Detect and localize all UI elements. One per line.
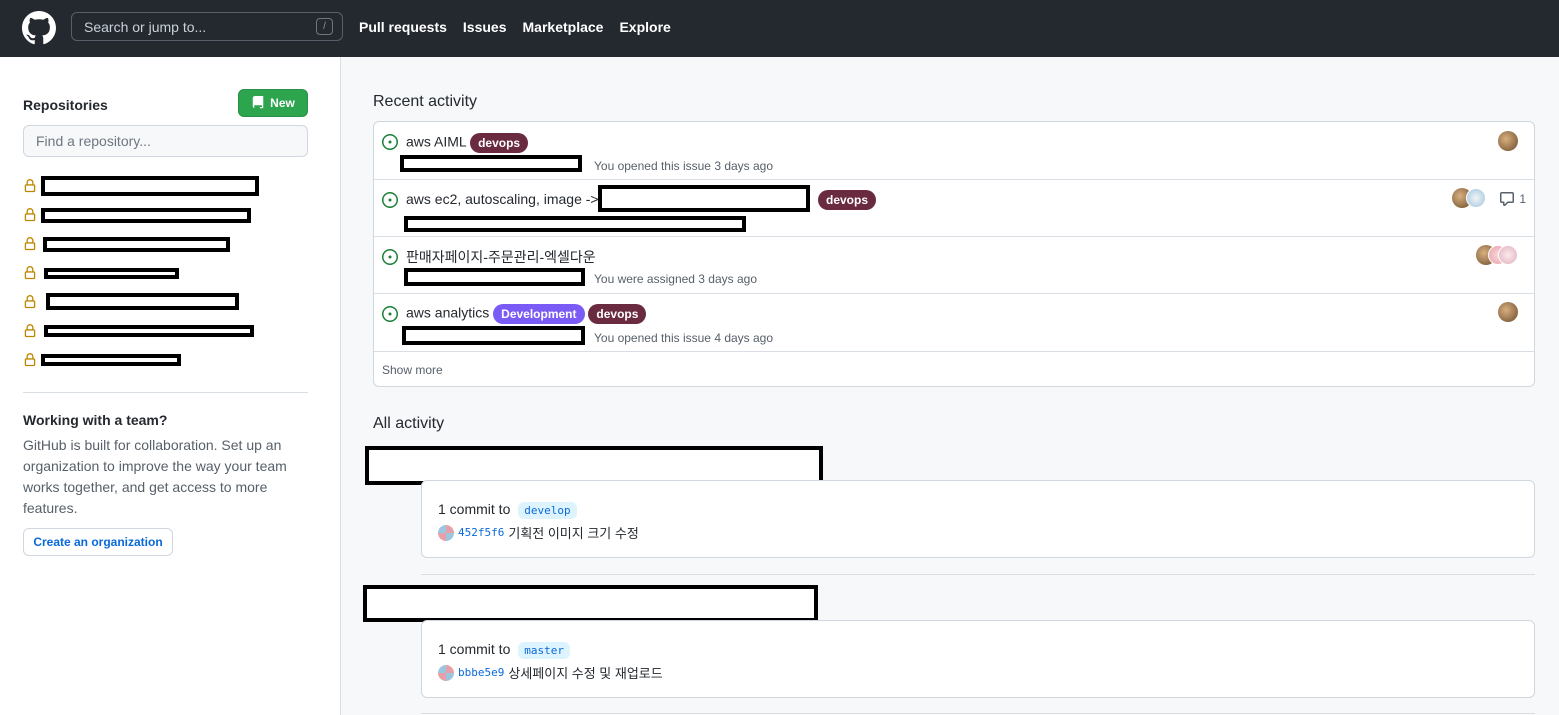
commit-message: 상세페이지 수정 및 재업로드 <box>508 666 663 681</box>
redacted-repo-ref <box>404 268 585 286</box>
recent-issue-item[interactable]: aws analytics Development devops You ope… <box>374 294 1534 352</box>
avatar[interactable] <box>1498 131 1518 151</box>
redacted-repo-ref <box>400 155 582 172</box>
lock-icon <box>24 266 36 280</box>
new-button-label: New <box>270 96 295 110</box>
repositories-heading: Repositories <box>23 97 108 113</box>
branch-link[interactable]: develop <box>518 502 577 519</box>
sidebar-divider <box>23 392 308 393</box>
label-devops[interactable]: devops <box>818 190 877 210</box>
recent-activity-heading: Recent activity <box>373 93 478 110</box>
redacted-repo-name <box>44 268 179 279</box>
activity-divider <box>421 713 1535 714</box>
repo-item[interactable] <box>23 321 254 341</box>
label-devops[interactable]: devops <box>588 304 647 324</box>
redacted-repo-name <box>41 208 251 223</box>
commit-summary: 1 commit to master <box>438 641 570 659</box>
redacted-repo-name <box>44 325 254 337</box>
recent-activity-list: aws AIML devops You opened this issue 3 … <box>373 121 1535 387</box>
issue-title-link[interactable]: aws analytics Development devops <box>406 304 647 324</box>
commit-row: 452f5f6 기획전 이미지 크기 수정 <box>438 523 639 542</box>
issue-opened-icon <box>382 249 398 265</box>
repo-item[interactable] <box>23 234 230 254</box>
team-description: GitHub is built for collaboration. Set u… <box>23 437 287 516</box>
lock-icon <box>24 208 36 222</box>
nav-pull-requests[interactable]: Pull requests <box>359 19 447 35</box>
commit-count-text: 1 commit to <box>438 641 511 657</box>
redacted-repo-ref <box>402 326 585 345</box>
dashboard-main: Recent activity aws AIML devops You open… <box>341 57 1559 715</box>
header-nav: Pull requests Issues Marketplace Explore <box>359 19 671 35</box>
avatar[interactable] <box>1498 302 1518 322</box>
commit-message: 기획전 이미지 크기 수정 <box>508 526 639 541</box>
issue-title-text: 판매자페이지-주문관리-엑셀다운 <box>406 249 596 265</box>
redacted-repo-name <box>41 354 181 366</box>
redacted-title-part <box>598 185 810 212</box>
commit-sha-link[interactable]: bbbe5e9 <box>458 666 504 679</box>
lock-icon <box>24 295 36 309</box>
issue-opened-icon <box>382 192 398 208</box>
redacted-repo-ref <box>404 216 746 232</box>
redacted-repo-name <box>43 237 230 252</box>
commit-row: bbbe5e9 상세페이지 수정 및 재업로드 <box>438 663 663 682</box>
activity-event-card: 1 commit to master bbbe5e9 상세페이지 수정 및 재업… <box>421 620 1535 698</box>
activity-divider <box>421 574 1535 575</box>
repo-item[interactable] <box>23 263 179 283</box>
repo-item[interactable] <box>23 292 239 312</box>
label-devops[interactable]: devops <box>470 133 529 153</box>
comment-count: 1 <box>1519 192 1526 206</box>
global-search-input[interactable]: Search or jump to... / <box>71 12 343 41</box>
commit-sha-link[interactable]: 452f5f6 <box>458 526 504 539</box>
lock-icon <box>24 237 36 251</box>
redacted-event-header <box>363 585 818 622</box>
repo-item[interactable] <box>23 350 181 370</box>
repo-icon <box>252 96 264 109</box>
activity-event-card: 1 commit to develop 452f5f6 기획전 이미지 크기 수… <box>421 480 1535 558</box>
issue-title-link[interactable]: 판매자페이지-주문관리-엑셀다운 <box>406 247 596 267</box>
redacted-repo-name <box>46 293 239 310</box>
issue-opened-icon <box>382 134 398 150</box>
redacted-repo-name <box>41 176 259 196</box>
new-repository-button[interactable]: New <box>238 89 308 117</box>
issue-meta: You opened this issue 3 days ago <box>594 159 774 173</box>
team-heading: Working with a team? <box>23 412 168 428</box>
issue-meta: You opened this issue 4 days ago <box>594 331 774 345</box>
avatar[interactable] <box>1466 188 1486 208</box>
repo-item[interactable] <box>23 205 251 225</box>
find-repository-input[interactable] <box>23 125 308 157</box>
issue-title-link[interactable]: aws ec2, autoscaling, image -> <box>406 191 599 207</box>
issue-title-link[interactable]: aws AIML devops <box>406 133 529 153</box>
nav-marketplace[interactable]: Marketplace <box>523 19 604 35</box>
github-logo-icon[interactable] <box>22 11 56 45</box>
search-placeholder: Search or jump to... <box>84 18 207 35</box>
commit-count-text: 1 commit to <box>438 501 511 517</box>
nav-issues[interactable]: Issues <box>463 19 507 35</box>
recent-issue-item[interactable]: aws ec2, autoscaling, image -> devops 1 <box>374 180 1534 237</box>
lock-icon <box>24 324 36 338</box>
issue-title-text: aws ec2, autoscaling, image -> <box>406 191 599 207</box>
commit-summary: 1 commit to develop <box>438 501 577 519</box>
recent-issue-item[interactable]: 판매자페이지-주문관리-엑셀다운 You were assigned 3 day… <box>374 237 1534 294</box>
comment-icon <box>1500 192 1514 206</box>
avatar[interactable] <box>438 524 454 541</box>
show-more-link[interactable]: Show more <box>382 363 443 377</box>
avatar[interactable] <box>438 664 454 681</box>
branch-link[interactable]: master <box>518 642 570 659</box>
recent-issue-item[interactable]: aws AIML devops You opened this issue 3 … <box>374 122 1534 180</box>
slash-shortcut-icon: / <box>316 18 333 35</box>
top-header: Search or jump to... / Pull requests Iss… <box>0 0 1559 57</box>
issue-opened-icon <box>382 306 398 322</box>
issue-title-text: aws analytics <box>406 304 490 321</box>
dashboard-sidebar: Repositories New Find a repository... Wo… <box>0 57 341 715</box>
label-development[interactable]: Development <box>493 304 585 324</box>
lock-icon <box>24 179 36 193</box>
avatar[interactable] <box>1498 245 1518 265</box>
issue-title-text: aws AIML <box>406 133 467 150</box>
lock-icon <box>24 353 36 367</box>
issue-meta: You were assigned 3 days ago <box>594 272 758 286</box>
repo-item[interactable] <box>23 176 259 196</box>
nav-explore[interactable]: Explore <box>619 19 670 35</box>
create-organization-button[interactable]: Create an organization <box>23 528 173 556</box>
all-activity-heading: All activity <box>373 415 445 432</box>
